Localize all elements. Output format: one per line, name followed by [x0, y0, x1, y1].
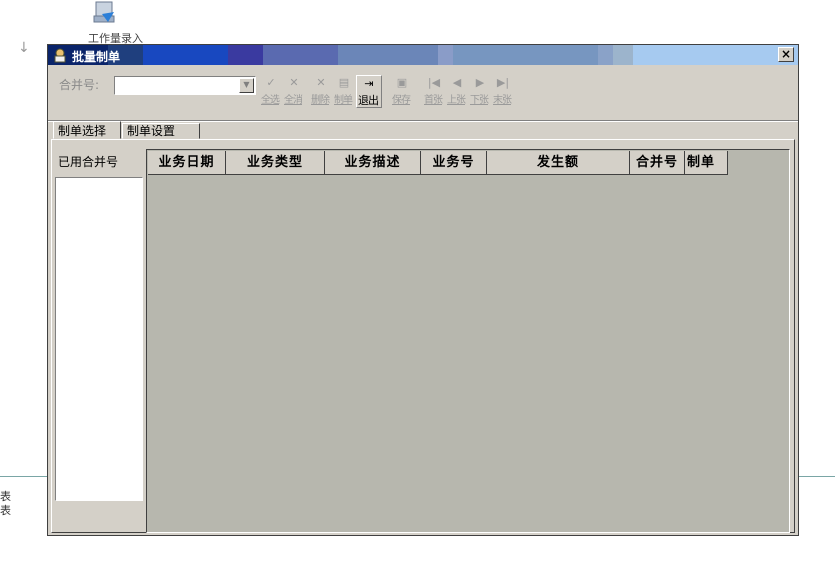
save-icon: ▣ — [396, 76, 408, 89]
deselect-all-button[interactable]: ✕ 全消 — [283, 75, 305, 108]
close-button[interactable]: × — [778, 47, 794, 62]
next-icon: ▶ — [475, 76, 485, 89]
column-header-business-no[interactable]: 业务号 — [421, 151, 487, 175]
previous-record-button[interactable]: ◀ 上张 — [446, 75, 468, 108]
chevron-down-icon[interactable]: ▼ — [239, 78, 254, 93]
column-header-business-date[interactable]: 业务日期 — [148, 151, 226, 175]
first-record-button[interactable]: |◀ 首张 — [423, 75, 445, 108]
voucher-icon: ▤ — [338, 76, 350, 89]
previous-record-label: 上张 — [447, 95, 466, 106]
column-header-merge-no[interactable]: 合并号 — [630, 151, 685, 175]
arrow-down-icon: ↓ — [18, 40, 30, 56]
window-title: 批量制单 — [72, 50, 121, 64]
save-button[interactable]: ▣ 保存 — [391, 75, 413, 108]
cross-icon: ✕ — [289, 76, 299, 89]
title-bar[interactable]: 批量制单 × — [48, 45, 798, 65]
save-label: 保存 — [392, 95, 411, 106]
select-all-label: 全选 — [261, 95, 280, 106]
tab-voucher-selection[interactable]: 制单选择 — [53, 121, 121, 139]
select-all-button[interactable]: ✓ 全选 — [260, 75, 282, 108]
make-voucher-button[interactable]: ▤ 制单 — [333, 75, 355, 108]
next-record-button[interactable]: ▶ 下张 — [469, 75, 491, 108]
column-header-business-type[interactable]: 业务类型 — [226, 151, 325, 175]
batch-voucher-window: 批量制单 × 合并号: ▼ ✓ 全选 ✕ 全消 ✕ 删除 ▤ 制单 ⇥ 退出 ▣… — [47, 44, 799, 536]
grid-header: 业务日期 业务类型 业务描述 业务号 发生额 合并号 制单 — [148, 151, 728, 175]
divider — [0, 476, 48, 477]
delete-button[interactable]: ✕ 删除 — [310, 75, 332, 108]
last-record-button[interactable]: ▶| 末张 — [492, 75, 514, 108]
last-record-label: 末张 — [493, 95, 512, 106]
exit-label: 退出 — [358, 94, 379, 107]
check-icon: ✓ — [266, 76, 276, 89]
exit-icon: ⇥ — [364, 77, 374, 90]
delete-icon: ✕ — [316, 76, 326, 89]
tab-voucher-settings[interactable]: 制单设置 — [122, 123, 200, 139]
column-header-business-desc[interactable]: 业务描述 — [325, 151, 421, 175]
merge-number-label: 合并号: — [59, 78, 100, 92]
divider — [798, 476, 835, 477]
last-icon: ▶| — [496, 76, 510, 89]
merge-number-select[interactable]: ▼ — [114, 76, 256, 95]
next-record-label: 下张 — [470, 95, 489, 106]
column-header-amount[interactable]: 发生额 — [487, 151, 630, 175]
voucher-grid[interactable]: 业务日期 业务类型 业务描述 业务号 发生额 合并号 制单 — [146, 149, 790, 533]
app-icon — [52, 47, 68, 63]
first-icon: |◀ — [427, 76, 441, 89]
used-merge-numbers-list[interactable] — [55, 177, 143, 501]
column-header-voucher[interactable]: 制单 — [685, 151, 728, 175]
used-merge-numbers-label: 已用合并号 — [58, 155, 119, 169]
computer-icon[interactable] — [88, 0, 118, 28]
first-record-label: 首张 — [424, 95, 443, 106]
background-text: 表 — [0, 504, 11, 517]
toolbar-divider — [48, 121, 798, 122]
exit-button[interactable]: ⇥ 退出 — [356, 75, 382, 108]
make-voucher-label: 制单 — [334, 95, 353, 106]
deselect-all-label: 全消 — [284, 95, 303, 106]
previous-icon: ◀ — [452, 76, 462, 89]
delete-label: 删除 — [311, 95, 330, 106]
